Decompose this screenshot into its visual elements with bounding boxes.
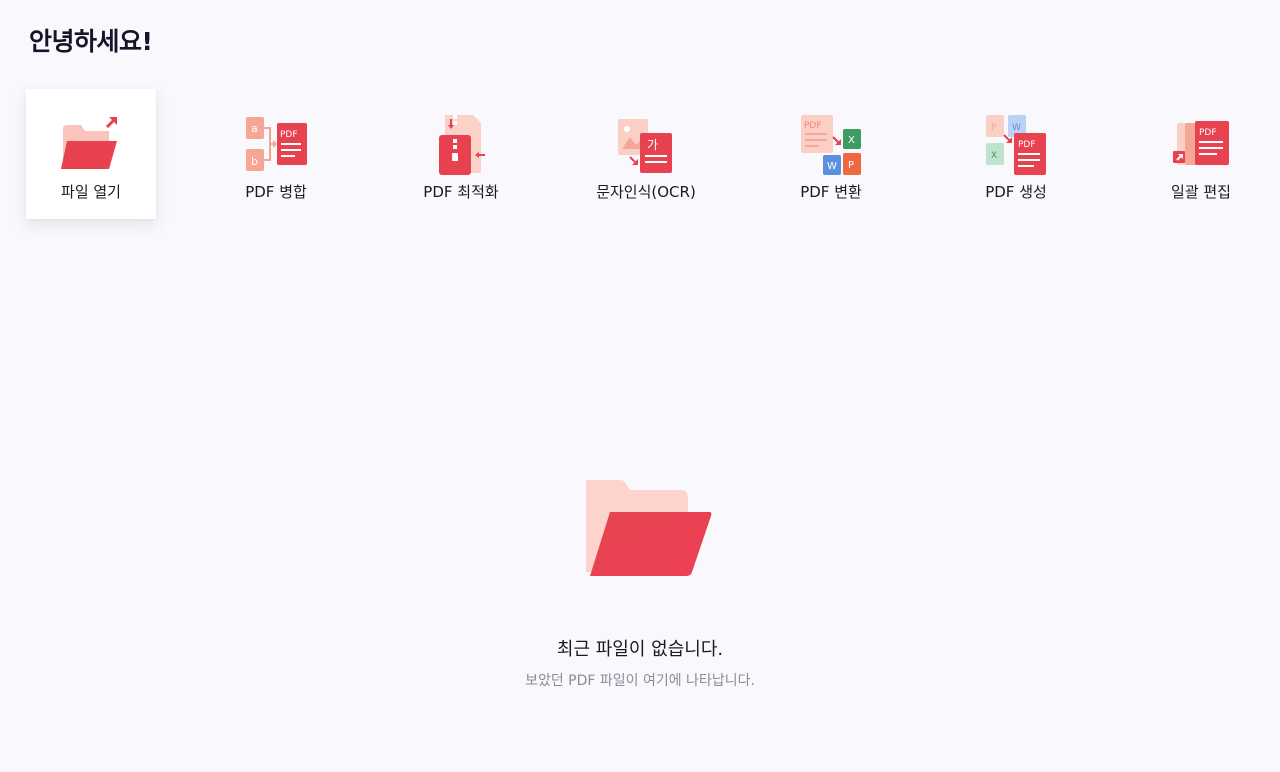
merge-pdf-icon: a b PDF <box>244 113 308 177</box>
svg-text:P: P <box>848 160 854 171</box>
tool-label: PDF 최적화 <box>423 183 499 201</box>
svg-text:PDF: PDF <box>804 121 822 131</box>
tool-label: PDF 변환 <box>800 183 862 201</box>
svg-text:PDF: PDF <box>1199 128 1217 138</box>
tool-batch-edit[interactable]: PDF 일괄 편집 <box>1136 89 1266 219</box>
tool-create-pdf[interactable]: P W X PDF PDF 생성 <box>951 89 1081 219</box>
tool-label: PDF 병합 <box>245 183 307 201</box>
tool-label: PDF 생성 <box>985 183 1047 201</box>
home-screen: 안녕하세요! 파일 열기 a b PDF PDF 병합 PDF 최적화 가 문자… <box>0 0 1280 772</box>
svg-text:P: P <box>991 123 997 133</box>
tool-merge-pdf[interactable]: a b PDF PDF 병합 <box>211 89 341 219</box>
empty-state-title: 최근 파일이 없습니다. <box>556 639 724 660</box>
create-pdf-icon: P W X PDF <box>984 113 1048 177</box>
svg-text:X: X <box>848 135 855 146</box>
compress-pdf-icon <box>429 113 493 177</box>
quick-tools: 파일 열기 a b PDF PDF 병합 PDF 최적화 가 문자인식(OCR)… <box>26 89 1266 219</box>
tool-label: 파일 열기 <box>61 183 121 201</box>
tool-label: 일괄 편집 <box>1171 183 1231 201</box>
svg-text:가: 가 <box>647 138 658 152</box>
tool-convert-pdf[interactable]: PDF X W P PDF 변환 <box>766 89 896 219</box>
open-folder-icon <box>59 113 123 177</box>
batch-edit-icon: PDF <box>1169 113 1233 177</box>
svg-text:a: a <box>251 122 258 135</box>
recent-files-empty-state: 최근 파일이 없습니다. 보았던 PDF 파일이 여기에 나타납니다. <box>440 470 840 710</box>
svg-text:PDF: PDF <box>1018 140 1036 150</box>
tool-compress-pdf[interactable]: PDF 최적화 <box>396 89 526 219</box>
empty-state-subtitle: 보았던 PDF 파일이 여기에 나타납니다. <box>525 673 755 689</box>
empty-folder-icon <box>580 476 712 580</box>
convert-pdf-icon: PDF X W P <box>799 113 863 177</box>
svg-text:W: W <box>827 161 837 172</box>
svg-text:W: W <box>1012 123 1021 133</box>
svg-text:b: b <box>251 155 258 168</box>
tool-label: 문자인식(OCR) <box>596 183 696 201</box>
ocr-icon: 가 <box>614 113 678 177</box>
page-title: 안녕하세요! <box>29 27 153 56</box>
tool-ocr[interactable]: 가 문자인식(OCR) <box>581 89 711 219</box>
svg-text:X: X <box>991 151 997 161</box>
svg-text:PDF: PDF <box>280 130 298 140</box>
tool-open-file[interactable]: 파일 열기 <box>26 89 156 219</box>
